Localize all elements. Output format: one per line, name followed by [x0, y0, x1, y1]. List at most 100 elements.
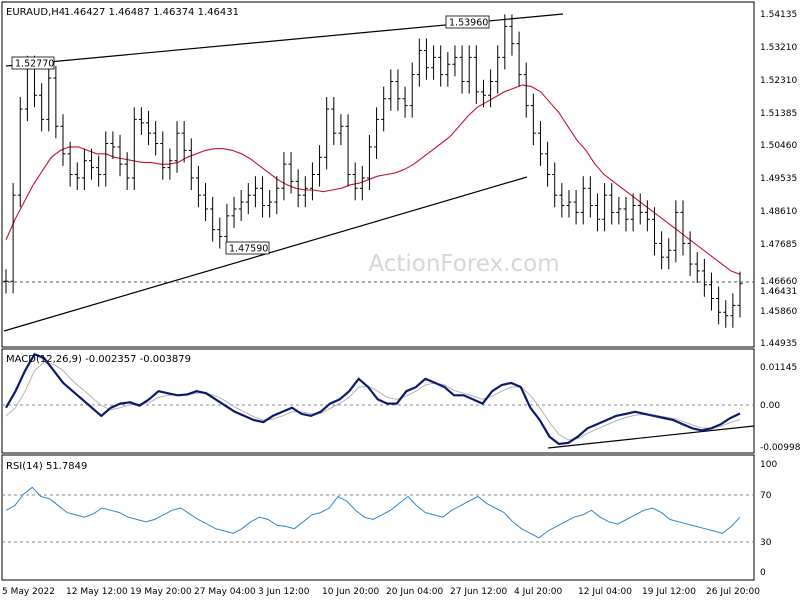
- rsi-tick-label: 70: [760, 491, 772, 501]
- time-tick-label: 5 May 2022: [2, 587, 55, 597]
- price-bar: [317, 145, 322, 186]
- price-tick-label: 1.53210: [760, 43, 797, 53]
- price-tick-label: 1.51385: [760, 109, 797, 119]
- price-tick-label: 1.44935: [760, 339, 797, 349]
- price-bar: [146, 111, 151, 145]
- annotation-high-right: 1.53960: [446, 16, 489, 29]
- macd-layer: [6, 354, 740, 444]
- current-price-label: 1.46431: [760, 287, 797, 297]
- price-bar: [153, 121, 158, 155]
- price-bar: [631, 193, 636, 231]
- price-bar: [524, 63, 529, 118]
- price-bar: [616, 197, 621, 225]
- price-bar: [467, 45, 472, 93]
- price-bar: [452, 45, 457, 76]
- price-bar: [509, 14, 514, 55]
- macd-signal-line: [6, 362, 740, 440]
- price-bar: [495, 45, 500, 93]
- time-axis: 5 May 2022 12 May 12:00 19 May 20:00 27 …: [2, 587, 760, 597]
- forex-chart-window: ActionForex.com EURAUD,H4 1.46427 1.4648…: [0, 0, 800, 600]
- price-bar: [638, 193, 643, 224]
- time-tick-label: 27 May 04:00: [194, 587, 256, 597]
- watermark: ActionForex.com: [368, 251, 559, 277]
- price-bar: [566, 190, 571, 218]
- price-bar: [538, 121, 543, 166]
- annotation-high-right-text: 1.53960: [449, 18, 488, 29]
- price-bar: [374, 107, 379, 159]
- price-tick-label: 1.54135: [760, 10, 797, 20]
- price-bar: [574, 190, 579, 224]
- price-bar: [139, 107, 144, 135]
- price-bar: [103, 131, 108, 186]
- time-tick-label: 26 Jul 20:00: [706, 587, 760, 597]
- rsi-title: RSI(14) 51.7849: [6, 461, 87, 472]
- price-bar: [388, 69, 393, 110]
- price-bar: [588, 176, 593, 217]
- price-bar: [175, 121, 180, 173]
- price-bar: [488, 69, 493, 107]
- annotation-high-left-text: 1.52770: [15, 59, 54, 70]
- time-tick-label: 12 Jul 04:00: [578, 587, 632, 597]
- price-bar: [367, 135, 372, 190]
- price-bar: [445, 52, 450, 86]
- rsi-tick-label: 100: [760, 460, 777, 470]
- price-bar: [196, 166, 201, 207]
- time-tick-label: 4 Jul 20:00: [514, 587, 563, 597]
- time-tick-label: 19 Jul 12:00: [642, 587, 696, 597]
- price-bar: [160, 131, 165, 179]
- price-tick-label: 1.52310: [760, 76, 797, 86]
- price-bar: [552, 162, 557, 207]
- price-bar: [182, 121, 187, 162]
- symbol-label: EURAUD,H4: [6, 7, 65, 18]
- time-tick-label: 3 Jun 12:00: [258, 587, 310, 597]
- price-bar: [623, 197, 628, 231]
- rsi-tick-label: 0: [760, 568, 766, 578]
- price-bar: [11, 183, 16, 293]
- price-bar: [18, 97, 23, 207]
- price-bar: [424, 38, 429, 79]
- time-tick-label: 19 May 20:00: [130, 587, 192, 597]
- ohlc-label: 1.46427 1.46487 1.46374 1.46431: [64, 7, 239, 18]
- price-bar: [246, 183, 251, 214]
- sma-layer: [6, 85, 740, 275]
- price-bar: [310, 162, 315, 200]
- annotation-low-mid: 1.47590: [226, 242, 269, 255]
- price-bar: [210, 197, 215, 242]
- price-bar: [581, 176, 586, 224]
- price-bar: [232, 197, 237, 228]
- price-bar: [203, 183, 208, 221]
- macd-tick-label: 0.00: [760, 401, 780, 411]
- price-bar: [217, 218, 222, 249]
- price-bar: [545, 142, 550, 187]
- price-bar: [695, 252, 700, 283]
- annotation-high-left: 1.52770: [12, 57, 54, 70]
- price-bar: [303, 176, 308, 207]
- price-bar: [438, 45, 443, 86]
- macd-tick-label: 0.01145: [760, 363, 797, 373]
- price-bar: [723, 300, 728, 328]
- time-tick-label: 12 May 12:00: [66, 587, 128, 597]
- price-bar: [716, 286, 721, 324]
- price-tick-label: 1.50460: [760, 141, 797, 151]
- price-bar: [125, 152, 130, 190]
- price-bar: [68, 142, 73, 187]
- price-panel-frame: [2, 2, 754, 347]
- sma-line: [6, 85, 740, 275]
- price-bar: [46, 66, 51, 131]
- price-bar: [89, 149, 94, 180]
- price-bar: [132, 107, 137, 190]
- price-bar: [730, 293, 735, 327]
- price-bar: [353, 162, 358, 200]
- rsi-tick-label: 30: [760, 538, 772, 548]
- time-tick-label: 10 Jun 20:00: [322, 587, 379, 597]
- price-bar: [559, 183, 564, 217]
- price-bar: [331, 97, 336, 145]
- rsi-axis: 100 70 30 0: [760, 460, 777, 578]
- price-bar: [53, 66, 58, 138]
- price-bar: [75, 162, 80, 190]
- price-bar: [417, 38, 422, 86]
- price-bar: [602, 183, 607, 231]
- price-bar: [281, 152, 286, 200]
- price-bar: [338, 114, 343, 145]
- price-tick-label: 1.48610: [760, 207, 797, 217]
